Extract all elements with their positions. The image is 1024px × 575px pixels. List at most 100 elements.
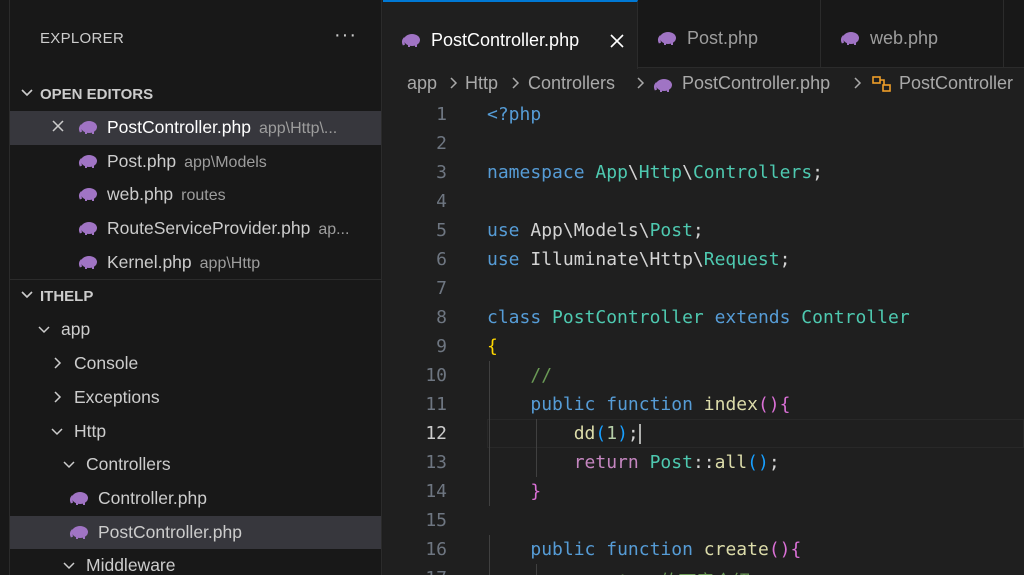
code-token: function — [606, 539, 693, 560]
tree-folder-controllers[interactable]: Controllers — [10, 448, 381, 482]
text-cursor — [638, 424, 641, 444]
open-editor-path: app\Http — [199, 254, 261, 272]
chevron-right-icon — [512, 77, 520, 89]
code-token: Illuminate\Http\ — [519, 249, 704, 270]
open-editor-item[interactable]: PostController.php app\Http\... — [10, 111, 381, 145]
breadcrumb-item[interactable]: app — [407, 73, 437, 94]
tab-postcontroller[interactable]: PostController.php — [383, 0, 638, 69]
php-elephant-icon — [401, 34, 420, 47]
indent-guide — [489, 477, 490, 506]
tree-folder-exceptions[interactable]: Exceptions — [10, 381, 381, 415]
open-editors-header[interactable]: OPEN EDITORS — [10, 78, 381, 111]
more-actions-icon[interactable]: ··· — [334, 24, 357, 47]
code-line[interactable]: 6 use Illuminate\Http\Request; — [383, 245, 1024, 274]
indent-guide — [489, 390, 490, 419]
tab-web[interactable]: web.php — [822, 0, 1004, 68]
tree-file-controller[interactable]: Controller.php — [10, 482, 381, 516]
code-token: Controllers — [692, 162, 813, 183]
code-token: Post — [649, 452, 693, 473]
line-number: 5 — [436, 220, 447, 241]
tree-folder-http[interactable]: Http — [10, 415, 381, 449]
chevron-down-icon — [38, 326, 50, 334]
code-line[interactable]: 10 // — [383, 361, 1024, 390]
code-token: public — [530, 539, 596, 560]
editor-area: PostController.php Post.php web.php app … — [383, 0, 1024, 575]
code-token: create — [703, 539, 769, 560]
open-editor-name: Kernel.php — [107, 251, 192, 272]
code-line[interactable]: 2 — [383, 129, 1024, 158]
code-line[interactable]: 12 dd(1); — [383, 419, 1024, 448]
code-token: () — [768, 539, 791, 560]
code-line[interactable]: 14 } — [383, 477, 1024, 506]
close-icon[interactable] — [608, 32, 626, 50]
open-editor-name: RouteServiceProvider.php — [107, 218, 311, 239]
line-number: 14 — [425, 481, 447, 502]
code-token: 1 — [606, 423, 618, 444]
code-token: () — [757, 394, 780, 415]
code-line[interactable]: 13 return Post::all(); — [383, 448, 1024, 477]
code-text: use App\Models\Post; — [487, 220, 704, 241]
open-editor-item[interactable]: web.php routes — [10, 178, 381, 212]
tree-folder-console[interactable]: Console — [10, 347, 381, 381]
line-number: 4 — [436, 191, 447, 212]
code-line[interactable]: 3 namespace App\Http\Controllers; — [383, 158, 1024, 187]
tree-item-label: PostController.php — [98, 521, 242, 542]
code-line[interactable]: 11 public function index(){ — [383, 390, 1024, 419]
code-line[interactable]: 16 public function create(){ — [383, 535, 1024, 564]
project-header[interactable]: ITHELP — [10, 280, 381, 313]
code-token: all — [714, 452, 748, 473]
line-number: 12 — [425, 423, 447, 444]
line-number: 7 — [436, 278, 447, 299]
breadcrumb-item[interactable]: Http — [465, 73, 498, 94]
class-symbol-icon — [872, 76, 891, 92]
code-token: // — [530, 365, 553, 386]
breadcrumb: app Http Controllers PostController.php … — [383, 68, 1024, 100]
chevron-right-icon — [854, 77, 862, 89]
tree-item-label: app — [61, 319, 91, 340]
open-editors-list: PostController.php app\Http\... Post.php a… — [10, 111, 381, 279]
code-line[interactable]: 4 — [383, 187, 1024, 216]
open-editor-item[interactable]: Post.php app\Models — [10, 145, 381, 179]
breadcrumb-item[interactable]: Controllers — [528, 73, 615, 94]
indent-guide — [489, 419, 490, 448]
code-line[interactable]: 15 — [383, 506, 1024, 535]
open-editor-item[interactable]: Kernel.php app\Http — [10, 246, 381, 280]
code-line[interactable]: 17 // View 的下章介紹 — [383, 564, 1024, 575]
project-label: ITHELP — [40, 288, 94, 306]
close-icon[interactable] — [50, 118, 66, 134]
code-line[interactable]: 1 <?php — [383, 100, 1024, 129]
chevron-down-icon — [21, 89, 33, 97]
chevron-down-icon — [63, 461, 75, 469]
tree-file-postcontroller[interactable]: PostController.php — [10, 515, 381, 550]
breadcrumb-item[interactable]: PostController — [899, 73, 1013, 94]
code-line[interactable]: 5 use App\Models\Post; — [383, 216, 1024, 245]
code-line[interactable]: 8 class PostController extends Controller — [383, 303, 1024, 332]
code-token: dd — [573, 423, 596, 444]
indent-guide — [489, 448, 490, 477]
code-token: ; — [812, 162, 824, 183]
tab-label: web.php — [870, 28, 939, 48]
code-line[interactable]: 9{ — [383, 332, 1024, 361]
code-line[interactable]: 7 — [383, 274, 1024, 303]
tree-folder-app[interactable]: app — [10, 313, 381, 347]
code-token: ; — [692, 220, 704, 241]
open-editor-path: app\Models — [184, 153, 267, 171]
code-editor[interactable]: 1 <?php 2 3 namespace App\Http\Controllers; 4… — [383, 100, 1024, 575]
php-elephant-icon — [78, 222, 97, 236]
code-token: PostController — [552, 307, 704, 328]
open-editor-item[interactable]: RouteServiceProvider.php ap... — [10, 212, 381, 246]
breadcrumb-item[interactable]: PostController.php — [682, 73, 830, 94]
tree-folder-middleware[interactable]: Middleware — [10, 549, 381, 575]
code-token: ; — [768, 452, 780, 473]
tab-post[interactable]: Post.php — [639, 0, 821, 68]
code-text: // — [487, 365, 552, 386]
open-editor-path: ap... — [318, 221, 350, 239]
chevron-down-icon — [63, 562, 75, 570]
